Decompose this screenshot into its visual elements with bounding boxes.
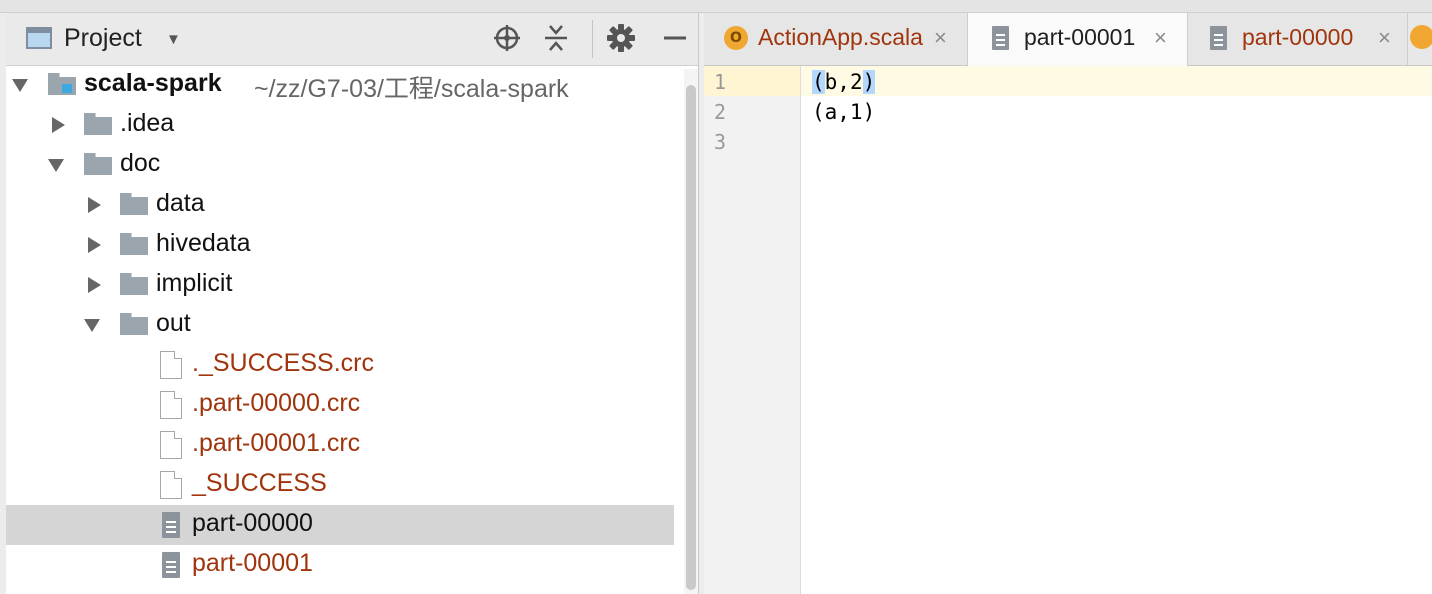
- expanded-arrow-icon[interactable]: [12, 79, 28, 92]
- tab-label: ActionApp.scala: [758, 24, 923, 50]
- code-line-1[interactable]: (b,2): [812, 70, 876, 94]
- tree-item-part-00001-crc[interactable]: .part-00001.crc: [6, 425, 674, 465]
- tree-item-success-crc[interactable]: ._SUCCESS.crc: [6, 345, 674, 385]
- editor-tab-bar: O ActionApp.scala × part-00001 × part-00…: [704, 13, 1432, 66]
- tree-item-label: doc: [120, 149, 161, 177]
- file-icon: [160, 391, 182, 419]
- header-separator: [592, 20, 593, 58]
- collapsed-arrow-icon[interactable]: [88, 237, 101, 253]
- line-number: 3: [714, 130, 727, 154]
- tree-item-label: _SUCCESS: [192, 469, 327, 497]
- gear-icon[interactable]: [604, 21, 638, 55]
- tree-item-out[interactable]: out: [6, 305, 674, 345]
- scrollbar-thumb[interactable]: [686, 85, 696, 590]
- tree-item-success[interactable]: _SUCCESS: [6, 465, 674, 505]
- triangle-down-icon[interactable]: ▼: [166, 31, 181, 48]
- expanded-arrow-icon[interactable]: [84, 319, 100, 332]
- project-header: Project ▼: [6, 13, 698, 66]
- tree-item-implicit[interactable]: implicit: [6, 265, 674, 305]
- tree-item-part-00000-crc[interactable]: .part-00000.crc: [6, 385, 674, 425]
- tree-item-label: .part-00000.crc: [192, 389, 361, 417]
- brace-highlight-open: (: [812, 70, 825, 94]
- scala-object-icon: O: [724, 26, 748, 50]
- folder-icon: [84, 113, 112, 135]
- root-path: ~/zz/G7-03/工程/scala-spark: [254, 75, 569, 103]
- tree-root-scala-spark[interactable]: scala-spark ~/zz/G7-03/工程/scala-spark: [6, 65, 674, 105]
- tree-item-label: part-00000: [192, 509, 313, 537]
- tab-actionapp-scala[interactable]: O ActionApp.scala ×: [704, 13, 968, 65]
- project-scrollbar[interactable]: [684, 69, 698, 594]
- tree-item-label: .idea: [120, 109, 175, 137]
- text-file-icon: [162, 512, 180, 538]
- tree-item-label: out: [156, 309, 191, 337]
- tree-item-label: ._SUCCESS.crc: [192, 349, 374, 377]
- folder-icon: [120, 313, 148, 335]
- line-number: 2: [714, 100, 727, 124]
- tree-item-doc[interactable]: doc: [6, 145, 674, 185]
- project-tool-window: Project ▼ scala-spark ~/zz/G7-03/工程/scal…: [6, 13, 699, 594]
- editor-area: O ActionApp.scala × part-00001 × part-00…: [704, 13, 1432, 594]
- tree-item-label: implicit: [156, 269, 233, 297]
- tree-item-data[interactable]: data: [6, 185, 674, 225]
- folder-icon: [84, 153, 112, 175]
- close-icon[interactable]: ×: [1154, 25, 1167, 51]
- tab-part-00001[interactable]: part-00001 ×: [968, 13, 1188, 66]
- tree-item-idea[interactable]: .idea: [6, 105, 674, 145]
- locate-crosshair-icon[interactable]: [490, 21, 524, 55]
- window-top-strip: [0, 0, 1432, 13]
- tab-label: part-00000: [1242, 24, 1354, 50]
- code-line-2[interactable]: (a,1): [812, 100, 875, 124]
- tab-label: part-00001: [1024, 24, 1136, 50]
- project-tree: scala-spark ~/zz/G7-03/工程/scala-spark .i…: [6, 65, 678, 594]
- file-icon: [160, 431, 182, 459]
- tree-item-label: data: [156, 189, 205, 217]
- collapsed-arrow-icon[interactable]: [52, 117, 65, 133]
- expanded-arrow-icon[interactable]: [48, 159, 64, 172]
- minimize-icon[interactable]: [658, 21, 692, 55]
- tree-item-label: hivedata: [156, 229, 251, 257]
- text-file-icon: [992, 26, 1009, 50]
- project-view-icon: [26, 27, 52, 49]
- file-icon: [160, 351, 182, 379]
- collapsed-arrow-icon[interactable]: [88, 197, 101, 213]
- line-number: 1: [714, 70, 727, 94]
- file-icon: [160, 471, 182, 499]
- text-file-icon: [162, 552, 180, 578]
- line-number-gutter: 1 2 3: [704, 66, 801, 594]
- module-folder-icon: [48, 73, 76, 95]
- tree-item-part-00001[interactable]: part-00001: [6, 545, 674, 585]
- tree-item-part-00000[interactable]: part-00000: [6, 505, 674, 545]
- close-icon[interactable]: ×: [934, 25, 947, 51]
- tree-item-label: .part-00001.crc: [192, 429, 361, 457]
- collapse-all-icon[interactable]: [539, 21, 573, 55]
- tree-item-hivedata[interactable]: hivedata: [6, 225, 674, 265]
- folder-icon: [120, 233, 148, 255]
- text-file-icon: [1210, 26, 1227, 50]
- collapsed-arrow-icon[interactable]: [88, 277, 101, 293]
- next-tab-scala-icon[interactable]: [1410, 25, 1432, 49]
- code-text: b,2: [824, 70, 863, 94]
- project-title[interactable]: Project: [64, 24, 142, 53]
- tab-part-00000[interactable]: part-00000 ×: [1188, 13, 1408, 65]
- close-icon[interactable]: ×: [1378, 25, 1391, 51]
- folder-icon: [120, 273, 148, 295]
- tree-item-label: part-00001: [192, 549, 313, 577]
- folder-icon: [120, 193, 148, 215]
- root-label: scala-spark: [84, 69, 222, 97]
- brace-highlight-close: ): [862, 70, 876, 94]
